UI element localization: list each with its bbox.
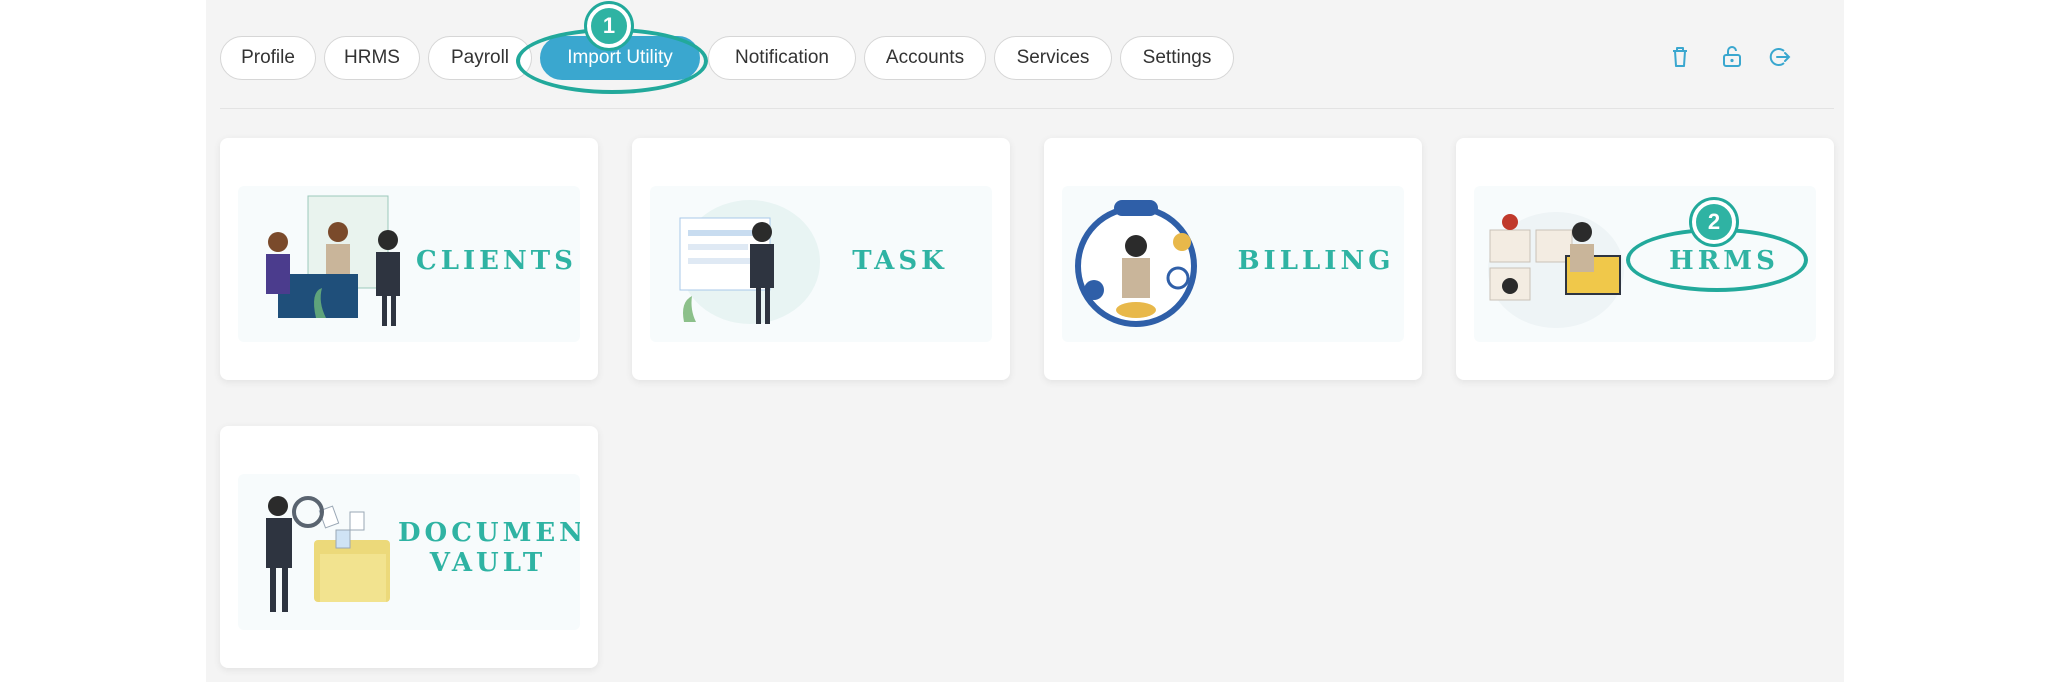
tab-hrms[interactable]: HRMS xyxy=(324,36,420,80)
card-document-vault-label-line2: VAULT xyxy=(429,548,547,578)
annotation-badge-2: 2 xyxy=(1692,200,1736,244)
card-clients[interactable]: CLIENTS xyxy=(220,138,598,380)
billing-illustration-icon xyxy=(1075,200,1197,327)
card-hrms-image: HRMS xyxy=(1474,186,1816,342)
annotation-badge-1: 1 xyxy=(587,4,631,48)
tab-accounts[interactable]: Accounts xyxy=(864,36,986,80)
card-billing-image: BILLING xyxy=(1062,186,1404,342)
document-vault-illustration-icon xyxy=(266,496,390,612)
card-clients-label: CLIENTS xyxy=(416,246,577,276)
card-document-vault-label: DOCUMENT VAULT xyxy=(398,518,580,578)
tab-services[interactable]: Services xyxy=(994,36,1112,80)
card-task[interactable]: TASK xyxy=(632,138,1010,380)
card-document-vault-image: DOCUMENT VAULT xyxy=(238,474,580,630)
card-hrms[interactable]: HRMS xyxy=(1456,138,1834,380)
card-clients-image: CLIENTS xyxy=(238,186,580,342)
logout-icon[interactable] xyxy=(1764,42,1794,72)
header-divider xyxy=(220,108,1834,109)
card-document-vault[interactable]: DOCUMENT VAULT xyxy=(220,426,598,668)
tab-settings[interactable]: Settings xyxy=(1120,36,1234,80)
tab-payroll[interactable]: Payroll xyxy=(428,36,532,80)
tab-profile[interactable]: Profile xyxy=(220,36,316,80)
trash-icon[interactable] xyxy=(1665,42,1695,72)
card-task-image: TASK xyxy=(650,186,992,342)
task-illustration-icon xyxy=(679,200,820,324)
card-hrms-label: HRMS xyxy=(1669,246,1779,276)
clients-illustration-icon xyxy=(266,195,400,326)
card-billing[interactable]: BILLING xyxy=(1044,138,1422,380)
app-panel: Profile HRMS Payroll Import Utility Noti… xyxy=(206,0,1844,682)
unlock-icon[interactable] xyxy=(1717,42,1747,72)
tab-notification[interactable]: Notification xyxy=(708,36,856,80)
card-document-vault-label-line1: DOCUMENT xyxy=(398,518,580,548)
card-billing-label: BILLING xyxy=(1237,246,1395,276)
card-task-label: TASK xyxy=(852,246,948,276)
hrms-illustration-icon xyxy=(1488,212,1624,328)
